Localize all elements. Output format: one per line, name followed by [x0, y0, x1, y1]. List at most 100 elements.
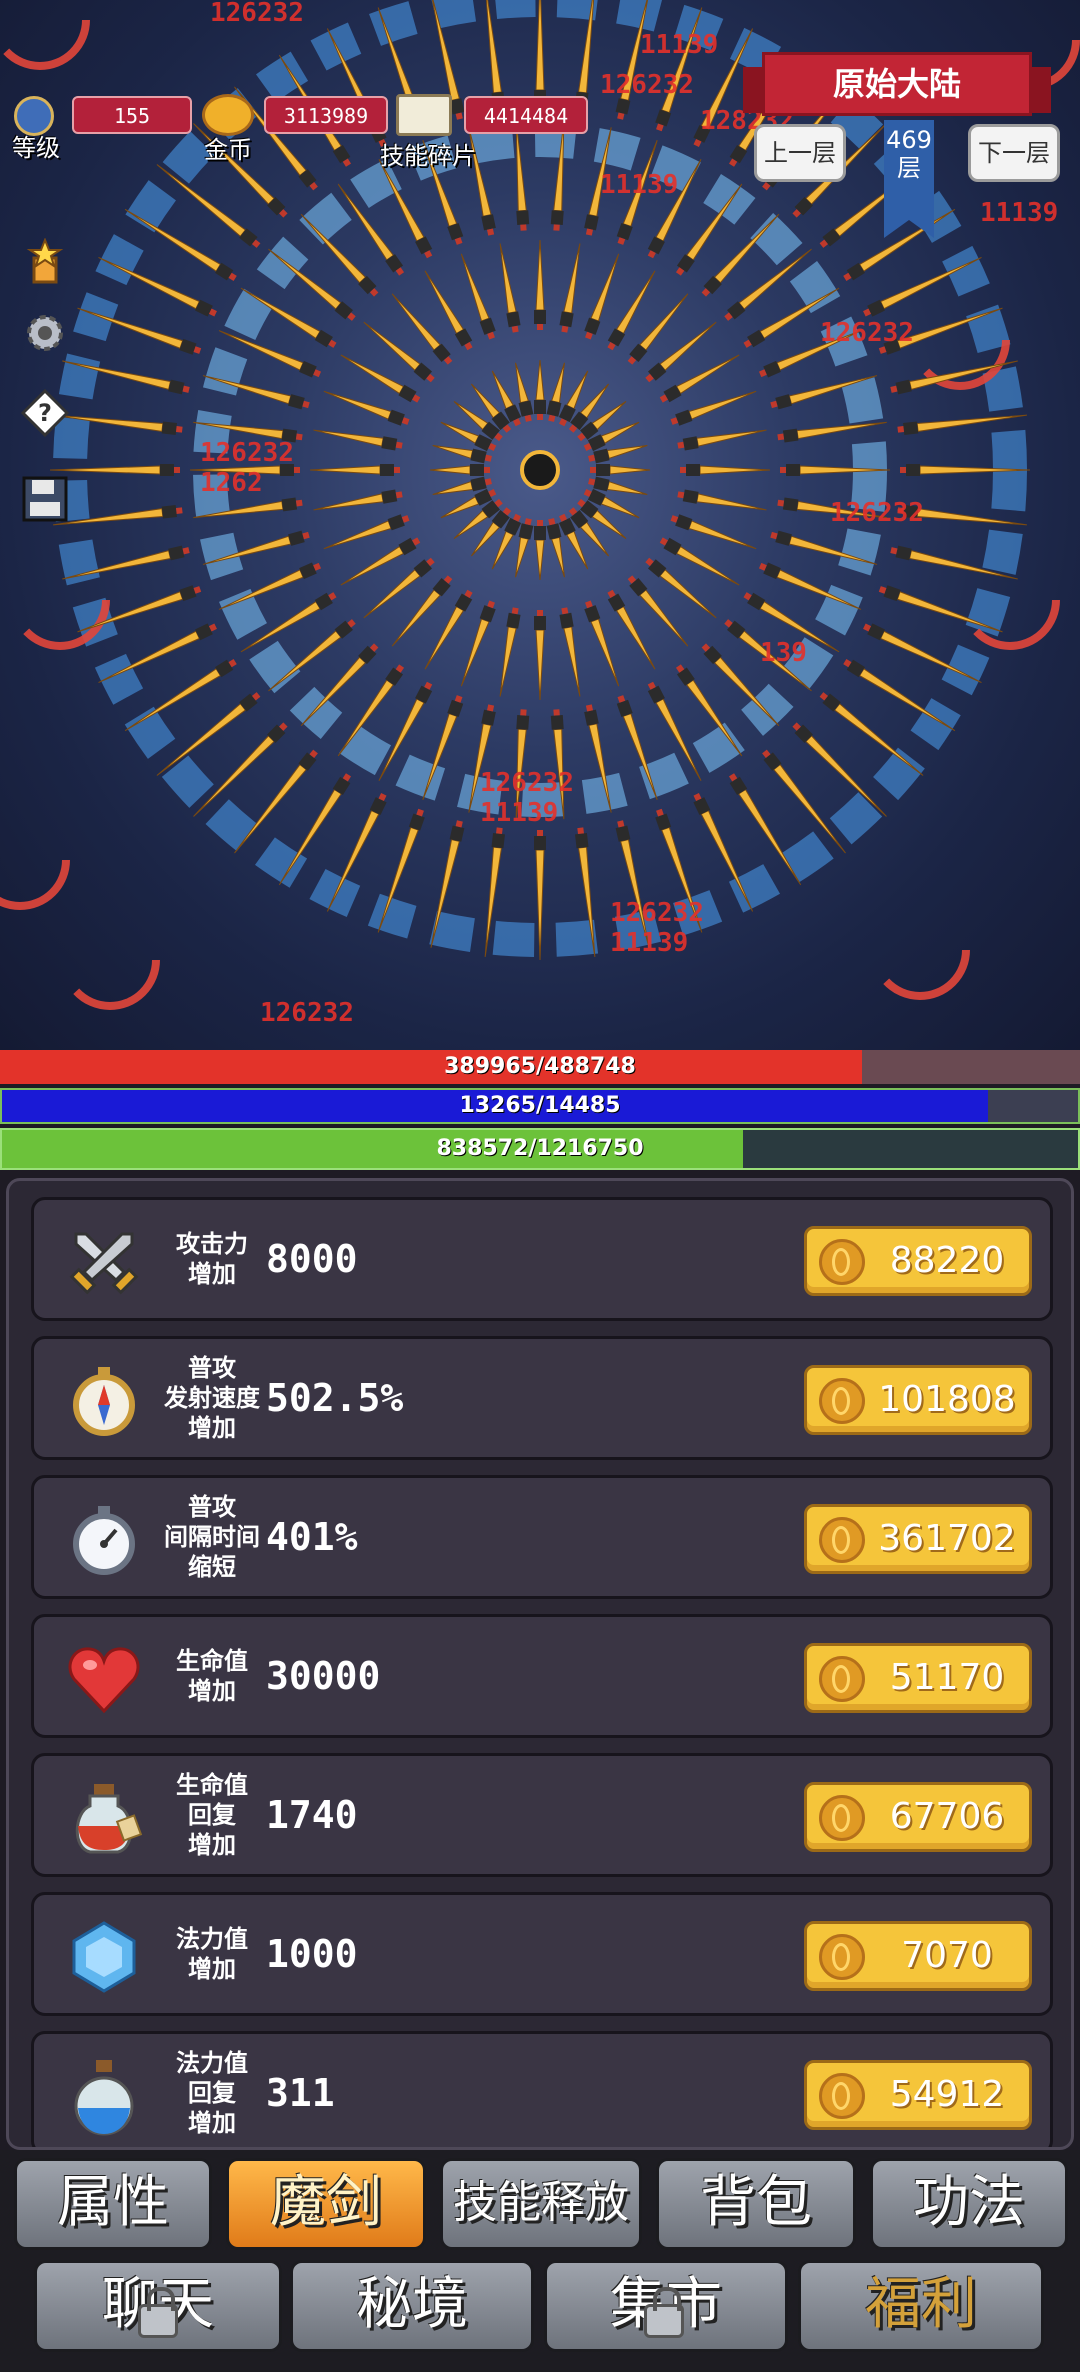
upgrade-cost: 88220 — [889, 1240, 1005, 1281]
tab-skill-release[interactable]: 技能释放 — [440, 2158, 642, 2250]
damage-number: 126232 — [600, 70, 694, 100]
upgrade-cost: 101808 — [878, 1379, 1016, 1420]
upgrade-value: 401% — [266, 1515, 358, 1559]
upgrade-row: 普攻 间隔时间 缩短 401% 361702 — [31, 1475, 1053, 1599]
upgrade-name: 普攻 发射速度 增加 — [164, 1354, 260, 1442]
gold-coin-icon — [819, 1517, 865, 1563]
upgrade-cost-button[interactable]: 67706 — [804, 1782, 1032, 1852]
upgrade-name: 法力值 回复 增加 — [176, 2049, 248, 2137]
damage-number: 11139 — [480, 798, 559, 828]
skill-book-icon — [396, 94, 452, 136]
upgrade-value: 502.5% — [266, 1376, 404, 1420]
tab-secret-realm[interactable]: 秘境 — [290, 2260, 534, 2352]
upgrade-name: 生命值 增加 — [176, 1647, 248, 1705]
upgrade-row: 法力值 增加 1000 7070 — [31, 1892, 1053, 2016]
upgrade-name: 法力值 增加 — [176, 1925, 248, 1983]
upgrade-cost-button[interactable]: 54912 — [804, 2060, 1032, 2130]
level-value: 155 — [72, 96, 192, 134]
damage-number: 11139 — [640, 30, 719, 60]
chat-lock-icon — [138, 2287, 178, 2338]
gold-label: 金币 — [204, 136, 252, 164]
upgrade-cost: 7070 — [901, 1935, 993, 1976]
next-floor-button[interactable]: 下一层 — [968, 124, 1060, 182]
trophy-icon[interactable] — [20, 238, 70, 288]
upgrade-cost-button[interactable]: 51170 — [804, 1643, 1032, 1713]
save-icon[interactable] — [20, 474, 70, 524]
fragments-label: 技能碎片 — [380, 142, 476, 170]
damage-number: 126232 — [830, 498, 924, 528]
gold-coin-icon — [819, 1239, 865, 1285]
gold-coin-icon — [819, 1934, 865, 1980]
upgrade-cost-button[interactable]: 88220 — [804, 1226, 1032, 1296]
damage-number: 11139 — [600, 170, 679, 200]
upgrade-name: 攻击力 增加 — [176, 1230, 248, 1288]
upgrade-cost: 67706 — [889, 1796, 1005, 1837]
exp-bar: 838572/1216750 — [0, 1128, 1080, 1170]
upgrade-row: 生命值 增加 30000 51170 — [31, 1614, 1053, 1738]
upgrade-name: 生命值 回复 增加 — [176, 1771, 248, 1859]
crossed-swords-icon — [64, 1222, 144, 1302]
tab-magic-sword[interactable]: 魔剑 — [226, 2158, 426, 2250]
fragments-value: 4414484 — [464, 96, 588, 134]
tab-techniques[interactable]: 功法 — [870, 2158, 1068, 2250]
damage-number: 126232 — [610, 898, 704, 928]
battle-scene: 126232 11139 126232 128232 126232 1262 126232 1… — [0, 0, 1080, 1050]
damage-number: 11139 — [980, 198, 1059, 228]
upgrade-row: 生命值 回复 增加 1740 67706 — [31, 1753, 1053, 1877]
upgrade-panel: 攻击力 增加 8000 88220 普攻 发射速度 增加 502.5% 101808 普攻 … — [6, 1178, 1074, 2150]
svg-text:?: ? — [38, 399, 52, 427]
gold-coin-icon — [819, 1656, 865, 1702]
upgrade-cost: 51170 — [889, 1657, 1005, 1698]
hp-bar: 389965/488748 — [0, 1050, 1080, 1084]
upgrade-row: 普攻 发射速度 增加 502.5% 101808 — [31, 1336, 1053, 1460]
upgrade-value: 311 — [266, 2071, 335, 2115]
upgrade-cost-button[interactable]: 101808 — [804, 1365, 1032, 1435]
stopwatch-icon — [64, 1500, 144, 1580]
damage-number: 126232 — [210, 0, 304, 28]
heart-icon — [64, 1639, 144, 1719]
upgrade-value: 30000 — [266, 1654, 381, 1698]
damage-number: 139 — [760, 638, 807, 668]
mp-bar: 13265/14485 — [0, 1088, 1080, 1124]
gold-coin-icon — [819, 1795, 865, 1841]
upgrade-row: 攻击力 增加 8000 88220 — [31, 1197, 1053, 1321]
tab-welfare[interactable]: 福利 — [798, 2260, 1044, 2352]
floor-unit: 层 — [897, 154, 921, 182]
damage-number: 126232 — [480, 768, 574, 798]
damage-number: 11139 — [610, 928, 689, 958]
upgrade-value: 1740 — [266, 1793, 358, 1837]
damage-number: 126232 — [260, 998, 354, 1028]
gear-icon[interactable] — [20, 308, 70, 358]
floor-number: 469 — [886, 126, 932, 154]
upgrade-row: 法力值 回复 增加 311 54912 — [31, 2031, 1053, 2147]
upgrade-name: 普攻 间隔时间 缩短 — [164, 1493, 260, 1581]
compass-icon — [64, 1361, 144, 1441]
upgrade-value: 1000 — [266, 1932, 358, 1976]
upgrade-cost-button[interactable]: 361702 — [804, 1504, 1032, 1574]
damage-number: 126232 — [820, 318, 914, 348]
help-icon[interactable]: ? — [20, 388, 70, 438]
mp-text: 13265/14485 — [459, 1093, 621, 1118]
tab-attributes[interactable]: 属性 — [14, 2158, 212, 2250]
health-potion-icon — [64, 1778, 144, 1858]
floor-indicator: 469 层 — [884, 120, 934, 238]
mana-potion-icon — [64, 2056, 144, 2136]
tab-backpack[interactable]: 背包 — [656, 2158, 856, 2250]
upgrade-cost-button[interactable]: 7070 — [804, 1921, 1032, 1991]
mana-crystal-icon — [64, 1917, 144, 1997]
gold-value: 3113989 — [264, 96, 388, 134]
prev-floor-button[interactable]: 上一层 — [754, 124, 846, 182]
exp-text: 838572/1216750 — [436, 1136, 644, 1161]
gold-coin-icon — [819, 1378, 865, 1424]
upgrade-value: 8000 — [266, 1237, 358, 1281]
gold-coin-icon — [819, 2073, 865, 2119]
damage-number: 126232 — [200, 438, 294, 468]
damage-number: 1262 — [200, 468, 263, 498]
market-lock-icon — [644, 2287, 684, 2338]
bottom-nav: 属性 魔剑 技能释放 背包 功法 聊天 秘境 集市 福利 — [0, 2150, 1080, 2372]
upgrade-cost: 54912 — [889, 2074, 1005, 2115]
level-label: 等级 — [12, 134, 60, 162]
upgrade-cost: 361702 — [878, 1518, 1016, 1559]
hp-text: 389965/488748 — [444, 1054, 636, 1079]
region-title: 原始大陆 — [743, 52, 1051, 116]
